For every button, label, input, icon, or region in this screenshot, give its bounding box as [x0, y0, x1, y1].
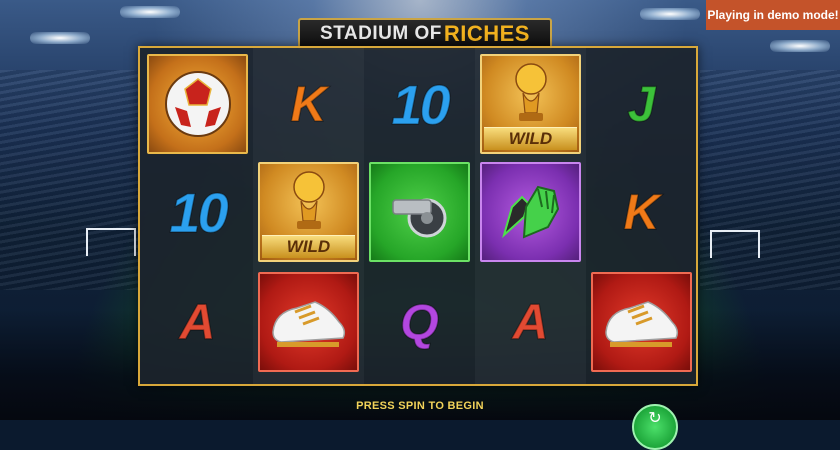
- symbol-gloves: [479, 160, 582, 264]
- wild-label: WILD: [262, 235, 355, 258]
- logo-text-part2: RICHES: [443, 21, 530, 46]
- spin-prompt: PRESS SPIN TO BEGIN: [356, 400, 484, 412]
- symbol-a-text: A: [512, 293, 550, 351]
- logo-text-part1: STADIUM OF: [320, 23, 442, 44]
- symbol-boot: [257, 270, 360, 374]
- reel-2: K WILD: [253, 48, 364, 384]
- symbol-trophy-wild: WILD: [257, 160, 360, 264]
- goal-left: [86, 228, 136, 256]
- symbol-j-text: J: [627, 75, 656, 133]
- boot-tile: [591, 272, 692, 372]
- whistle-icon: [391, 198, 446, 238]
- reel-3: 10 Q: [364, 48, 475, 384]
- floodlight: [640, 8, 700, 20]
- symbol-a: A: [146, 270, 249, 374]
- symbol-k: K: [590, 160, 693, 264]
- symbol-ten: 10: [368, 52, 471, 156]
- reels-board: 10 A K WILD 10 Q WILD A J K: [138, 46, 698, 386]
- symbol-q-text: Q: [399, 293, 439, 351]
- trophy-wild-tile: WILD: [480, 54, 581, 154]
- reel-1: 10 A: [142, 48, 253, 384]
- floodlight: [770, 40, 830, 52]
- symbol-a-text: A: [179, 293, 217, 351]
- trophy-icon: [514, 63, 547, 121]
- symbol-ten-text: 10: [169, 180, 230, 245]
- left-stands: [0, 70, 140, 290]
- floodlight: [120, 6, 180, 18]
- symbol-j: J: [590, 52, 693, 156]
- symbol-football: [146, 52, 249, 156]
- symbol-trophy-wild: WILD: [479, 52, 582, 156]
- football-boot-icon: [271, 301, 345, 347]
- gloves-tile: [480, 162, 581, 262]
- symbol-k-text: K: [290, 75, 328, 133]
- reel-5: J K: [586, 48, 697, 384]
- symbol-a: A: [479, 270, 582, 374]
- boot-tile: [258, 272, 359, 372]
- trophy-wild-tile: WILD: [258, 162, 359, 262]
- symbol-k-text: K: [623, 183, 661, 241]
- spin-arrow-icon: ↻: [648, 410, 662, 427]
- symbol-ten: 10: [146, 160, 249, 264]
- symbol-whistle: [368, 160, 471, 264]
- spin-button[interactable]: ↻: [632, 404, 678, 450]
- reel-4: WILD A: [475, 48, 586, 384]
- floodlight: [30, 32, 90, 44]
- whistle-tile: [369, 162, 470, 262]
- symbol-ten-text: 10: [391, 72, 452, 137]
- symbol-q: Q: [368, 270, 471, 374]
- football-tile: [147, 54, 248, 154]
- goal-right: [710, 230, 760, 258]
- football-boot-icon: [604, 301, 678, 347]
- goalkeeper-gloves-icon: [501, 185, 559, 239]
- symbol-k: K: [257, 52, 360, 156]
- trophy-icon: [292, 171, 325, 229]
- football-icon: [164, 71, 231, 137]
- symbol-boot: [590, 270, 693, 374]
- demo-mode-notice: Playing in demo mode!: [706, 0, 840, 30]
- wild-label: WILD: [484, 127, 577, 150]
